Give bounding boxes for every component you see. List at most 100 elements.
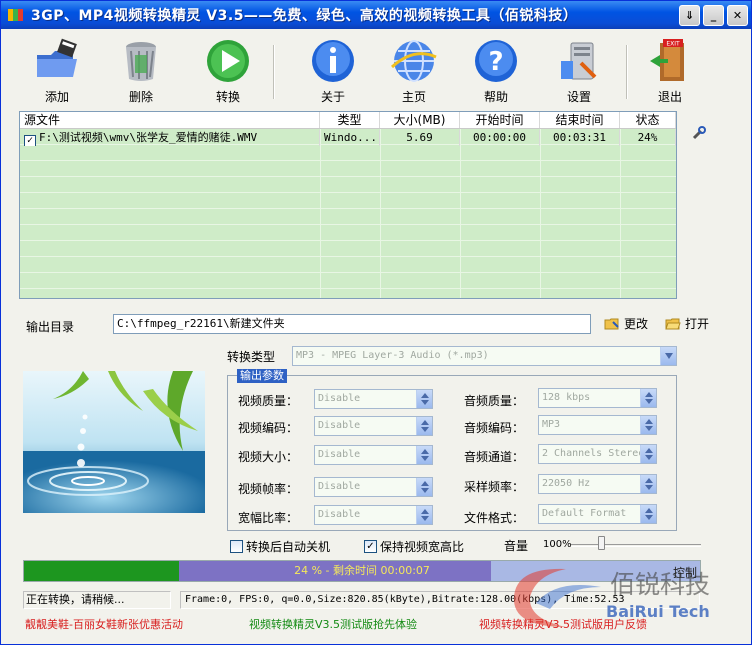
ad-link-beta[interactable]: 视频转换精灵V3.5测试版抢先体验	[249, 616, 417, 632]
video-quality-select[interactable]: Disable	[314, 389, 433, 409]
video-framerate-select[interactable]: Disable	[314, 477, 433, 497]
about-button[interactable]: 关于	[303, 37, 363, 105]
column-divider	[540, 129, 541, 298]
settings-label: 设置	[566, 90, 591, 104]
homepage-button[interactable]: 主页	[384, 37, 444, 105]
ad-link-feedback[interactable]: 视频转换精灵V3.5测试版用户反馈	[479, 616, 647, 632]
output-dir-field[interactable]: C:\ffmpeg_r22161\新建文件夹	[113, 314, 591, 334]
status-message: 正在转换，请稍候...	[23, 591, 171, 609]
column-header-size[interactable]: 大小(MB)	[380, 112, 460, 128]
keep-ratio-checkbox[interactable]: ✓	[364, 540, 377, 553]
svg-text:?: ?	[488, 47, 503, 77]
toolbar: 添加 删除 转换 关于 主页 ? 帮助 设置 EXIT 退出	[1, 31, 751, 109]
globe-icon	[390, 40, 437, 82]
close-button[interactable]: ✕	[727, 4, 748, 26]
row-start-cell: 00:00:00	[460, 130, 540, 146]
table-row[interactable]: ✓ F:\测试视频\wmv\张学友_爱情的赌徒.WMV Windo... 5.69…	[20, 130, 676, 146]
auto-shutdown-option[interactable]: 转换后自动关机	[230, 538, 330, 555]
add-button[interactable]: 添加	[27, 37, 87, 105]
video-framerate-value: Disable	[318, 481, 361, 492]
trash-icon	[126, 42, 156, 81]
column-header-status[interactable]: 状态	[620, 112, 676, 128]
exit-door-icon: EXIT	[650, 39, 684, 81]
info-icon	[312, 40, 354, 82]
column-divider	[620, 129, 621, 298]
row-end-cell: 00:03:31	[540, 130, 620, 146]
add-folder-icon	[37, 38, 77, 77]
audio-codec-label: 音频编码：	[464, 421, 525, 435]
settings-button[interactable]: 设置	[549, 37, 609, 105]
video-framerate-label: 视频帧率：	[238, 482, 299, 496]
delete-button[interactable]: 删除	[111, 37, 171, 105]
audio-quality-value: 128 kbps	[542, 392, 591, 403]
title-bar: 3GP、MP4视频转换精灵 V3.5——免费、绿色、高效的视频转换工具（佰锐科技…	[1, 1, 751, 29]
ad-link-shoes[interactable]: 靓靓美鞋-百丽女鞋新张优惠活动	[25, 616, 183, 632]
keep-ratio-label: 保持视频宽高比	[380, 540, 465, 554]
chevron-down-icon	[660, 347, 676, 365]
window-title: 3GP、MP4视频转换精灵 V3.5——免费、绿色、高效的视频转换工具（佰锐科技…	[31, 8, 578, 24]
water-drop-image	[23, 371, 205, 513]
help-button[interactable]: ? 帮助	[466, 37, 526, 105]
row-status-cell: 24%	[620, 130, 676, 146]
video-codec-select[interactable]: Disable	[314, 416, 433, 436]
file-list-grid	[20, 129, 676, 298]
control-label[interactable]: 控制	[673, 564, 697, 581]
audio-quality-label: 音频质量：	[464, 394, 525, 408]
change-dir-button[interactable]: 更改	[604, 315, 648, 332]
scroll-down-button[interactable]: ⇓	[679, 4, 700, 26]
auto-shutdown-checkbox[interactable]	[230, 540, 243, 553]
video-size-select[interactable]: Disable	[314, 445, 433, 465]
file-format-label: 文件格式：	[464, 511, 525, 525]
video-size-label: 视频大小：	[238, 450, 299, 464]
column-header-source[interactable]: 源文件	[20, 112, 320, 128]
delete-label: 删除	[128, 90, 153, 104]
updown-arrows-icon	[416, 446, 432, 464]
encoder-status: Frame:0, FPS:0, q=0.0,Size:820.85(kByte)…	[180, 591, 700, 609]
updown-arrows-icon	[640, 389, 656, 407]
row-file-path: F:\测试视频\wmv\张学友_爱情的赌徒.WMV	[39, 131, 258, 144]
row-checkbox[interactable]: ✓	[24, 135, 36, 146]
updown-arrows-icon	[416, 478, 432, 496]
sample-rate-select[interactable]: 22050 Hz	[538, 474, 657, 494]
exit-button[interactable]: EXIT 退出	[640, 37, 700, 105]
help-icon: ?	[475, 40, 517, 82]
convert-type-select[interactable]: MP3 - MPEG Layer-3 Audio (*.mp3)	[292, 346, 677, 366]
file-format-select[interactable]: Default Format	[538, 504, 657, 524]
aspect-ratio-label: 宽幅比率：	[238, 511, 299, 525]
sample-rate-label: 采样频率：	[464, 480, 525, 494]
video-size-value: Disable	[318, 449, 361, 460]
aspect-ratio-value: Disable	[318, 509, 361, 520]
toolbar-divider	[626, 45, 628, 99]
tools-icon[interactable]	[691, 125, 707, 141]
play-icon	[207, 40, 249, 82]
audio-codec-select[interactable]: MP3	[538, 415, 657, 435]
change-label: 更改	[624, 317, 649, 331]
updown-arrows-icon	[416, 390, 432, 408]
toolbar-divider	[273, 45, 275, 99]
file-list[interactable]: 源文件 类型 大小(MB) 开始时间 结束时间 状态 ✓ F:\测试视频\wmv\…	[19, 111, 677, 299]
audio-quality-select[interactable]: 128 kbps	[538, 388, 657, 408]
column-header-end[interactable]: 结束时间	[540, 112, 620, 128]
keep-ratio-option[interactable]: ✓ 保持视频宽高比	[364, 538, 464, 555]
open-dir-button[interactable]: 打开	[665, 315, 709, 332]
column-header-start[interactable]: 开始时间	[460, 112, 540, 128]
column-divider	[320, 129, 321, 298]
row-size-cell: 5.69	[380, 130, 460, 146]
progress-text: 24 % - 剩余时间 00:00:07	[294, 564, 430, 577]
folder-edit-icon	[604, 318, 619, 329]
convert-button[interactable]: 转换	[198, 37, 258, 105]
updown-arrows-icon	[640, 475, 656, 493]
volume-slider-track[interactable]	[571, 544, 701, 547]
audio-channel-label: 音频通道：	[464, 450, 525, 464]
output-dir-label: 输出目录	[26, 320, 75, 334]
aspect-ratio-select[interactable]: Disable	[314, 505, 433, 525]
column-header-type[interactable]: 类型	[320, 112, 380, 128]
video-codec-label: 视频编码：	[238, 421, 299, 435]
minimize-button[interactable]: _	[703, 4, 724, 26]
file-format-value: Default Format	[542, 508, 627, 519]
volume-label: 音量	[504, 539, 529, 553]
volume-slider-handle[interactable]	[598, 536, 605, 550]
audio-channel-value: 2 Channels Stereo	[542, 448, 645, 459]
app-window: 3GP、MP4视频转换精灵 V3.5——免费、绿色、高效的视频转换工具（佰锐科技…	[0, 0, 752, 645]
audio-channel-select[interactable]: 2 Channels Stereo	[538, 444, 657, 464]
